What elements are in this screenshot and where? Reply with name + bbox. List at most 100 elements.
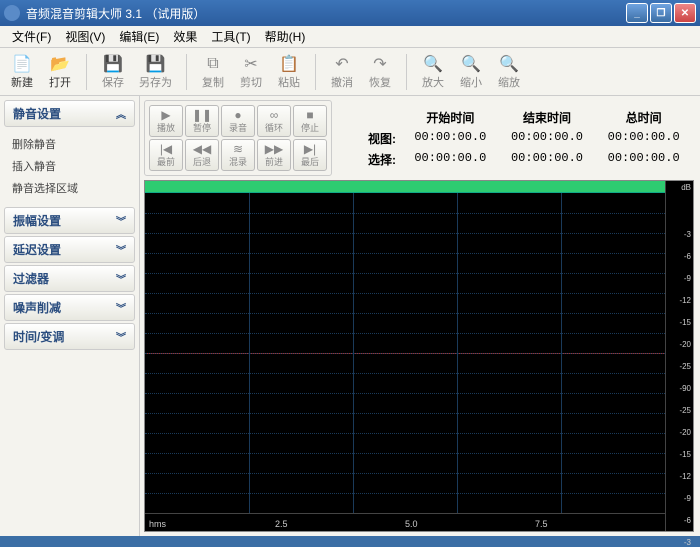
transport-最后[interactable]: ▶|最后	[293, 139, 327, 171]
transport-停止[interactable]: ■停止	[293, 105, 327, 137]
row-view: 视图:	[348, 130, 396, 147]
waveform-area[interactable]: hms 2.55.07.5 dB -3-6-9-12-15-20-25-90-2…	[144, 180, 694, 532]
ruler-tick: 2.5	[275, 519, 288, 529]
db-tick: -25	[679, 406, 691, 415]
panel-item[interactable]: 插入静音	[12, 155, 127, 177]
panel-head-4[interactable]: 噪声削减︾	[4, 294, 135, 321]
ruler-tick: 7.5	[535, 519, 548, 529]
transport-icon: ■	[306, 109, 313, 121]
transport-icon: |◀	[160, 143, 172, 155]
minimize-button[interactable]: _	[626, 3, 648, 23]
time-ruler[interactable]: hms 2.55.07.5	[145, 513, 665, 531]
menu-file[interactable]: 文件(F)	[6, 26, 57, 47]
panel-item[interactable]: 静音选择区域	[12, 177, 127, 199]
save-button[interactable]: 💾保存	[97, 52, 129, 92]
db-tick: -12	[679, 472, 691, 481]
time-info: 开始时间 结束时间 总时间 视图: 00:00:00.0 00:00:00.0 …	[340, 100, 694, 176]
waveform-canvas[interactable]: hms 2.55.07.5	[145, 181, 665, 531]
toolbar: 📄新建 📂打开 💾保存 💾另存为 ⧉复制 ✂剪切 📋粘贴 ↶撤消 ↷恢复 🔍放大…	[0, 48, 700, 96]
paste-button[interactable]: 📋粘贴	[273, 52, 305, 92]
col-total: 总时间	[601, 109, 686, 126]
transport-icon: ≋	[233, 143, 243, 155]
view-start: 00:00:00.0	[408, 130, 493, 147]
new-button[interactable]: 📄新建	[6, 52, 38, 92]
titlebar: 音频混音剪辑大师 3.1 （试用版） _ ❐ ✕	[0, 0, 700, 26]
row-select: 选择:	[348, 151, 396, 168]
transport-controls: ▶播放❚❚暂停●录音∞循环■停止 |◀最前◀◀后退≋混录▶▶前进▶|最后	[144, 100, 332, 176]
chevron-icon: ︾	[116, 213, 126, 228]
menu-view[interactable]: 视图(V)	[59, 26, 111, 47]
transport-最前[interactable]: |◀最前	[149, 139, 183, 171]
transport-录音[interactable]: ●录音	[221, 105, 255, 137]
db-tick: -9	[684, 274, 691, 283]
chevron-icon: ︾	[116, 271, 126, 286]
menu-tools[interactable]: 工具(T)	[205, 26, 256, 47]
undo-button[interactable]: ↶撤消	[326, 52, 358, 92]
transport-播放[interactable]: ▶播放	[149, 105, 183, 137]
db-tick: -90	[679, 384, 691, 393]
chevron-icon: ︾	[116, 242, 126, 257]
panel-head-3[interactable]: 过滤器︾	[4, 265, 135, 292]
select-end: 00:00:00.0	[505, 151, 590, 168]
copy-button[interactable]: ⧉复制	[197, 52, 229, 92]
ruler-unit: hms	[149, 519, 166, 529]
toolbar-separator	[186, 54, 187, 90]
panel-head-0[interactable]: 静音设置︽	[4, 100, 135, 127]
transport-混录[interactable]: ≋混录	[221, 139, 255, 171]
db-tick: -15	[679, 450, 691, 459]
toolbar-separator	[315, 54, 316, 90]
chevron-icon: ︾	[116, 300, 126, 315]
db-tick: -3	[684, 538, 691, 547]
db-tick: -20	[679, 340, 691, 349]
panel-head-2[interactable]: 延迟设置︾	[4, 236, 135, 263]
chevron-icon: ︽	[116, 106, 126, 121]
panel-item[interactable]: 删除静音	[12, 133, 127, 155]
view-total: 00:00:00.0	[601, 130, 686, 147]
col-start: 开始时间	[408, 109, 493, 126]
transport-icon: ∞	[270, 109, 279, 121]
paste-icon: 📋	[279, 54, 299, 74]
zoomfit-button[interactable]: 🔍缩放	[493, 52, 525, 92]
transport-暂停[interactable]: ❚❚暂停	[185, 105, 219, 137]
zoomin-button[interactable]: 🔍放大	[417, 52, 449, 92]
toolbar-separator	[86, 54, 87, 90]
menu-help[interactable]: 帮助(H)	[259, 26, 312, 47]
db-tick: -6	[684, 252, 691, 261]
save-icon: 💾	[103, 54, 123, 74]
panel-head-5[interactable]: 时间/变调︾	[4, 323, 135, 350]
zoomout-icon: 🔍	[461, 54, 481, 74]
menubar: 文件(F) 视图(V) 编辑(E) 效果 工具(T) 帮助(H)	[0, 26, 700, 48]
view-end: 00:00:00.0	[505, 130, 590, 147]
transport-循环[interactable]: ∞循环	[257, 105, 291, 137]
close-button[interactable]: ✕	[674, 3, 696, 23]
col-end: 结束时间	[505, 109, 590, 126]
open-icon: 📂	[50, 54, 70, 74]
transport-前进[interactable]: ▶▶前进	[257, 139, 291, 171]
toolbar-separator	[406, 54, 407, 90]
select-start: 00:00:00.0	[408, 151, 493, 168]
waveform-topbar	[145, 181, 665, 193]
cut-button[interactable]: ✂剪切	[235, 52, 267, 92]
db-tick: -20	[679, 428, 691, 437]
panel-head-1[interactable]: 振幅设置︾	[4, 207, 135, 234]
panel-body-0: 删除静音插入静音静音选择区域	[4, 129, 135, 207]
transport-icon: ❚❚	[192, 109, 212, 121]
db-tick: -6	[684, 516, 691, 525]
transport-icon: ▶	[161, 109, 170, 121]
waveform-grid	[145, 193, 665, 513]
redo-button[interactable]: ↷恢复	[364, 52, 396, 92]
db-tick: -15	[679, 318, 691, 327]
transport-icon: ◀◀	[193, 143, 211, 155]
open-button[interactable]: 📂打开	[44, 52, 76, 92]
transport-后退[interactable]: ◀◀后退	[185, 139, 219, 171]
zoomfit-icon: 🔍	[499, 54, 519, 74]
undo-icon: ↶	[332, 54, 352, 74]
zoomout-button[interactable]: 🔍缩小	[455, 52, 487, 92]
saveas-button[interactable]: 💾另存为	[135, 52, 176, 92]
transport-icon: ●	[234, 109, 241, 121]
menu-effects[interactable]: 效果	[167, 26, 203, 47]
menu-edit[interactable]: 编辑(E)	[113, 26, 165, 47]
db-tick: -25	[679, 362, 691, 371]
maximize-button[interactable]: ❐	[650, 3, 672, 23]
window-title: 音频混音剪辑大师 3.1 （试用版）	[26, 5, 626, 22]
